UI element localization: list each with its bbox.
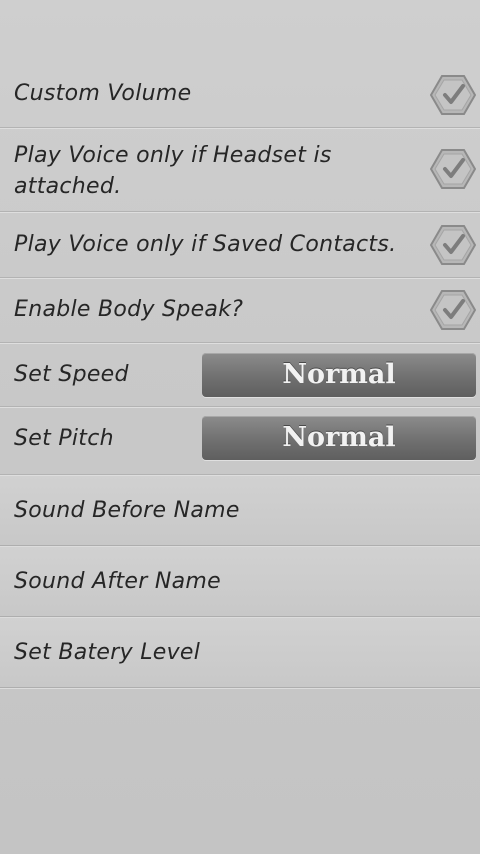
set-pitch-label: Set Pitch [14,426,114,451]
sound-after-name-row[interactable]: Sound After Name [0,547,480,617]
saved-contacts-label: Play Voice only if Saved Contacts. [14,232,397,257]
saved-contacts-checkbox[interactable] [430,224,476,266]
pitch-selector-button[interactable]: Normal [202,416,476,460]
check-hexagon-icon [430,290,476,330]
custom-volume-row[interactable]: Custom Volume [0,62,480,128]
headset-checkbox[interactable] [430,148,476,190]
headset-row[interactable]: Play Voice only if Headset is attached. [0,128,480,212]
sound-after-name-label: Sound After Name [14,569,221,594]
battery-level-row[interactable]: Set Batery Level [0,618,480,688]
body-speak-label: Enable Body Speak? [14,297,244,322]
set-speed-row: Set Speed Normal [0,343,480,407]
custom-volume-label: Custom Volume [14,81,192,106]
speed-selector-button[interactable]: Normal [202,353,476,397]
body-speak-checkbox[interactable] [430,289,476,331]
check-hexagon-icon [430,75,476,115]
set-pitch-row: Set Pitch Normal [0,407,480,475]
headset-label-line1: Play Voice only if Headset is [14,143,332,168]
check-hexagon-icon [430,149,476,189]
sound-before-name-row[interactable]: Sound Before Name [0,476,480,546]
saved-contacts-row[interactable]: Play Voice only if Saved Contacts. [0,212,480,278]
sound-before-name-label: Sound Before Name [14,498,240,523]
custom-volume-checkbox[interactable] [430,74,476,116]
body-speak-row[interactable]: Enable Body Speak? [0,278,480,343]
battery-level-label: Set Batery Level [14,640,201,665]
check-hexagon-icon [430,225,476,265]
headset-label-line2: attached. [14,174,122,199]
set-speed-label: Set Speed [14,362,129,387]
settings-screen: Custom Volume Play Voice only if Headset… [0,0,480,854]
